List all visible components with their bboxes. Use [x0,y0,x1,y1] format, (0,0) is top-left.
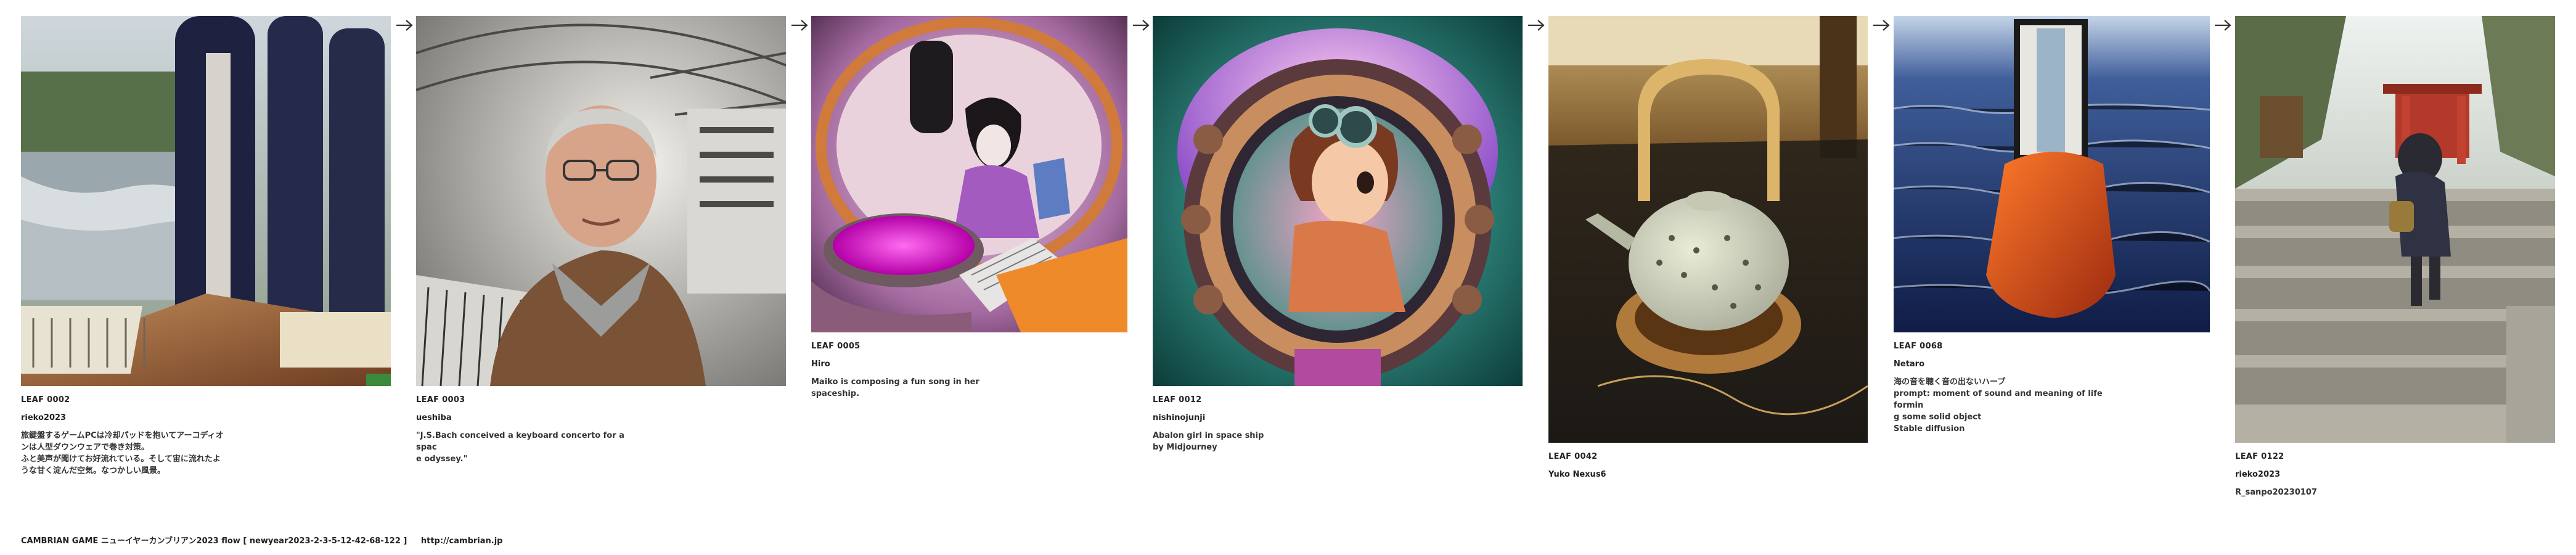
leaf-image[interactable] [416,16,786,386]
leaf-author[interactable]: rieko2023 [21,412,391,424]
leaf-image[interactable] [1548,16,1868,443]
leaf-author[interactable]: Netaro [1894,358,2210,370]
leaf-card-0003[interactable]: LEAF 0003 ueshiba "J.S.Bach conceived a … [416,16,786,465]
arrow-right-icon [395,18,414,32]
leaf-id: LEAF 0003 [416,395,465,405]
leaf-card-0012[interactable]: LEAF 0012 nishinojunji Abalon girl in sp… [1153,16,1523,453]
leaf-card-0002[interactable]: LEAF 0002 rieko2023 旅鍵盤するゲームPCは冷却パッドを抱いて… [21,16,391,477]
leaf-card-0068[interactable]: LEAF 0068 Netaro 海の音を聴く音の出ないハープ prompt: … [1894,16,2210,435]
leaf-caption: Abalon girl in space ship by Midjourney [1153,431,1264,452]
leaf-author[interactable]: nishinojunji [1153,412,1523,424]
leaf-id: LEAF 0002 [21,395,70,405]
leaf-author[interactable]: Yuko Nexus6 [1548,469,1868,480]
leaf-id: LEAF 0012 [1153,395,1202,405]
arrow-right-icon [2214,18,2232,32]
leaf-author[interactable]: rieko2023 [2235,469,2555,480]
leaf-id: LEAF 0068 [1894,342,1943,351]
footer-title: CAMBRIAN GAME ニューイヤーカンブリアン2023 flow [ ne… [21,536,407,546]
arrow-right-icon [1872,18,1891,32]
leaf-card-0122[interactable]: LEAF 0122 rieko2023 R_sanpo20230107 [2235,16,2555,498]
leaf-author[interactable]: ueshiba [416,412,786,424]
footer-url-link[interactable]: http://cambrian.jp [421,536,503,546]
arrow-right-icon [1527,18,1545,32]
footer: CAMBRIAN GAME ニューイヤーカンブリアン2023 flow [ ne… [21,534,513,546]
leaf-card-0042[interactable]: LEAF 0042 Yuko Nexus6 [1548,16,1868,487]
arrow-right-icon [1132,18,1150,32]
leaf-caption: 旅鍵盤するゲームPCは冷却パッドを抱いてアーコディオ ンは人型ダウンウェアで巻き… [21,431,224,475]
leaf-image[interactable] [1153,16,1523,386]
leaf-card-0005[interactable]: LEAF 0005 Hiro Maiko is composing a fun … [811,16,1127,400]
leaf-image[interactable] [811,16,1127,332]
leaf-caption: R_sanpo20230107 [2235,488,2317,497]
leaf-id: LEAF 0042 [1548,452,1598,461]
leaf-image[interactable] [21,16,391,386]
leaf-id: LEAF 0122 [2235,452,2284,461]
leaf-image[interactable] [2235,16,2555,443]
leaf-id: LEAF 0005 [811,342,861,351]
leaf-image[interactable] [1894,16,2210,332]
leaf-caption: Maiko is composing a fun song in her spa… [811,377,979,398]
leaf-author[interactable]: Hiro [811,358,1127,370]
arrow-right-icon [790,18,809,32]
leaf-caption: "J.S.Bach conceived a keyboard concerto … [416,431,624,464]
leaf-caption: 海の音を聴く音の出ないハープ prompt: moment of sound a… [1894,377,2103,434]
